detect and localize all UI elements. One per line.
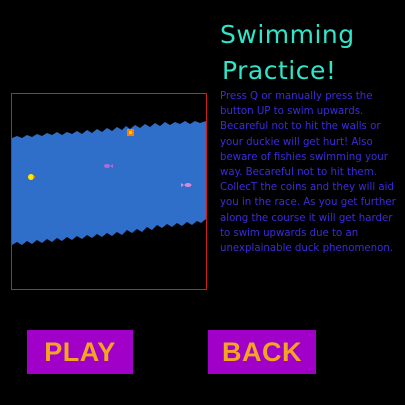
instructions-text: Press Q or manually press the button UP … (220, 91, 396, 255)
obstacle-icon (127, 129, 134, 136)
title-line-1: Swimming (220, 20, 355, 49)
back-button[interactable]: BACK (208, 330, 316, 374)
game-preview (11, 93, 207, 290)
title-line-2: Practice! (222, 56, 337, 85)
play-button[interactable]: PLAY (27, 330, 133, 374)
